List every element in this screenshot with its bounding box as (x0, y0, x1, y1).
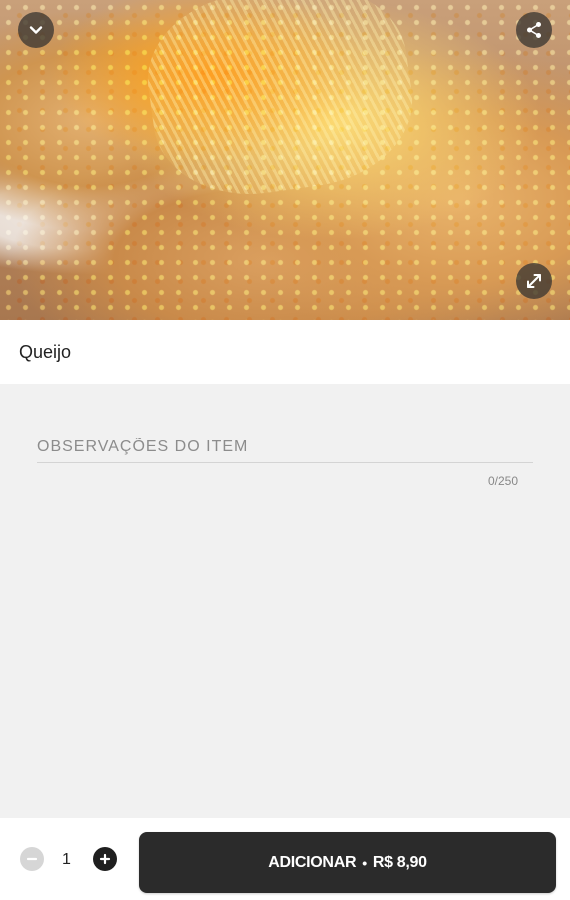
decrease-quantity-button[interactable] (20, 847, 44, 871)
item-photo (0, 0, 570, 320)
add-button-price: R$ 8,90 (372, 853, 427, 871)
notes-char-counter: 0/250 (488, 474, 519, 488)
increase-quantity-button[interactable] (93, 847, 117, 871)
collapse-button[interactable] (18, 12, 54, 48)
expand-icon (527, 274, 541, 288)
item-title-bar: Queijo (0, 320, 570, 384)
minus-icon (26, 857, 38, 861)
share-button[interactable] (516, 12, 552, 48)
notes-field-container (37, 438, 533, 463)
item-title: Queijo (19, 341, 72, 362)
photo-detail-texture (0, 0, 570, 320)
add-to-cart-button[interactable]: ADICIONAR • R$ 8,90 (139, 832, 556, 893)
plus-icon (99, 853, 111, 865)
quantity-value: 1 (62, 851, 71, 868)
expand-image-button[interactable] (516, 263, 552, 299)
item-detail-screen: Queijo 0/250 1 ADICIONAR • R$ 8,90 (0, 0, 570, 900)
order-footer: 1 ADICIONAR • R$ 8,90 (0, 818, 570, 900)
share-icon (527, 22, 541, 38)
item-notes-input[interactable] (37, 438, 533, 463)
chevron-down-icon (29, 26, 43, 34)
add-button-label: ADICIONAR (268, 853, 357, 871)
add-button-separator: • (362, 854, 367, 871)
